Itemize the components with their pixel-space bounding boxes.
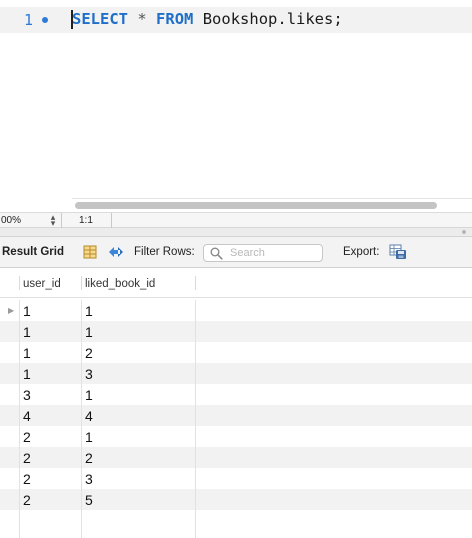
result-grid[interactable]: user_id liked_book_id ▶ 1 1 1 1 1 2 1 3 … [0, 268, 472, 538]
keyword-from: FROM [156, 10, 194, 28]
zoom-level: 00% [1, 215, 22, 226]
empty-new-row[interactable] [0, 510, 472, 531]
cell-liked-book-id[interactable]: 1 [85, 324, 93, 340]
column-header-user-id[interactable]: user_id [23, 278, 61, 290]
current-row-arrow-icon: ▶ [8, 306, 15, 315]
cell-liked-book-id[interactable]: 2 [85, 450, 93, 466]
line-number: 1 [24, 11, 34, 29]
cell-liked-book-id[interactable]: 3 [85, 366, 93, 382]
code-line-1[interactable]: 1 SELECT * FROM Bookshop.likes; [0, 7, 472, 33]
editor-status-bar: 00% ▴ ▾ 1:1 [0, 212, 472, 228]
table-row[interactable]: 2 2 [0, 447, 472, 468]
column-divider[interactable] [195, 276, 196, 290]
filter-search-input[interactable] [230, 246, 320, 260]
editor-horizontal-scrollbar[interactable] [72, 198, 472, 212]
grid-column-line [195, 300, 196, 538]
sql-query-text[interactable]: SELECT * FROM Bookshop.likes; [72, 10, 343, 28]
result-grid-label[interactable]: Result Grid [2, 246, 64, 258]
scrollbar-thumb[interactable] [75, 202, 437, 209]
table-row[interactable]: 1 1 [0, 321, 472, 342]
cell-user-id[interactable]: 1 [23, 303, 31, 319]
cell-user-id[interactable]: 4 [23, 408, 31, 424]
zoom-stepper-icon[interactable]: ▴ ▾ [47, 213, 59, 228]
table-row[interactable]: 2 3 [0, 468, 472, 489]
cursor-position: 1:1 [79, 215, 93, 226]
asterisk-token: * [137, 10, 147, 28]
table-row[interactable]: 4 4 [0, 405, 472, 426]
cell-liked-book-id[interactable]: 5 [85, 492, 93, 508]
cell-liked-book-id[interactable]: 2 [85, 345, 93, 361]
cell-user-id[interactable]: 2 [23, 471, 31, 487]
cell-user-id[interactable]: 2 [23, 450, 31, 466]
grid-header-row: user_id liked_book_id [0, 268, 472, 298]
column-divider[interactable] [81, 276, 82, 290]
table-reference: Bookshop.likes; [202, 10, 343, 28]
refresh-icon[interactable] [107, 245, 125, 259]
cell-user-id[interactable]: 2 [23, 429, 31, 445]
column-divider[interactable] [19, 276, 20, 290]
statement-marker-icon[interactable] [42, 17, 48, 23]
search-icon [210, 247, 223, 260]
cell-liked-book-id[interactable]: 1 [85, 303, 93, 319]
table-row[interactable]: ▶ 1 1 [0, 300, 472, 321]
status-divider [111, 213, 112, 228]
cell-user-id[interactable]: 1 [23, 366, 31, 382]
grid-rows: ▶ 1 1 1 1 1 2 1 3 3 1 4 4 2 1 2 2 2 3 2 … [0, 300, 472, 531]
cell-liked-book-id[interactable]: 1 [85, 429, 93, 445]
grid-column-line [81, 300, 82, 538]
splitter-grip-icon[interactable] [462, 230, 466, 234]
table-row[interactable]: 1 3 [0, 363, 472, 384]
cell-user-id[interactable]: 2 [23, 492, 31, 508]
cell-user-id[interactable]: 1 [23, 324, 31, 340]
table-row[interactable]: 3 1 [0, 384, 472, 405]
cell-user-id[interactable]: 1 [23, 345, 31, 361]
cell-liked-book-id[interactable]: 3 [85, 471, 93, 487]
filter-rows-label: Filter Rows: [134, 246, 195, 258]
table-row[interactable]: 2 5 [0, 489, 472, 510]
export-label: Export: [343, 246, 380, 258]
column-header-liked-book-id[interactable]: liked_book_id [85, 278, 155, 290]
table-row[interactable]: 1 2 [0, 342, 472, 363]
grid-icon[interactable] [83, 245, 97, 259]
table-row[interactable]: 2 1 [0, 426, 472, 447]
panel-splitter[interactable] [0, 228, 472, 237]
keyword-select: SELECT [72, 10, 128, 28]
status-divider [61, 213, 62, 228]
grid-column-line [19, 300, 20, 538]
cell-liked-book-id[interactable]: 4 [85, 408, 93, 424]
cell-user-id[interactable]: 3 [23, 387, 31, 403]
result-toolbar: Result Grid Filter Rows: Export: [0, 237, 472, 268]
cell-liked-book-id[interactable]: 1 [85, 387, 93, 403]
export-icon[interactable] [389, 244, 407, 260]
filter-search-box[interactable] [203, 244, 323, 262]
sql-editor[interactable]: 1 SELECT * FROM Bookshop.likes; [0, 0, 472, 212]
